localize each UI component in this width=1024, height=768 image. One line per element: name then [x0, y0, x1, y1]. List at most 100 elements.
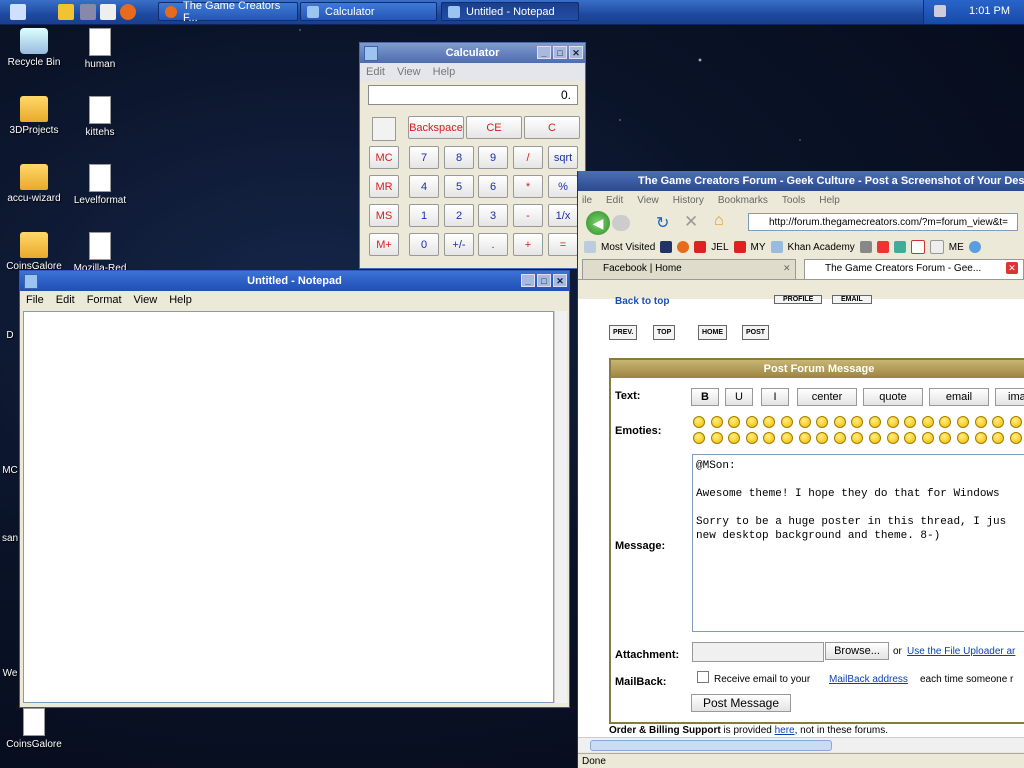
emoticon-icon[interactable]: [921, 432, 934, 444]
bookmark-most-visited[interactable]: Most Visited: [601, 242, 655, 253]
minimize-button[interactable]: _: [537, 46, 551, 59]
calc-key[interactable]: 6: [478, 175, 508, 198]
menu-help[interactable]: Help: [819, 195, 840, 206]
emoticon-icon[interactable]: [957, 432, 969, 444]
emoticon-icon[interactable]: [851, 416, 864, 428]
desktop-icon-accu-wizard[interactable]: accu-wizard: [2, 164, 66, 204]
calc-key[interactable]: %: [548, 175, 578, 198]
bookmark-me[interactable]: ME: [949, 242, 964, 253]
emoticon-icon[interactable]: [745, 432, 758, 444]
emoticon-icon[interactable]: [904, 416, 917, 428]
tab-facebook[interactable]: Facebook | Home: [582, 259, 796, 279]
maximize-button[interactable]: □: [553, 46, 567, 59]
emoticon-icon[interactable]: [974, 416, 987, 428]
emoticon-icon[interactable]: [693, 432, 705, 444]
emoticon-icon[interactable]: [781, 416, 793, 428]
close-button[interactable]: ✕: [569, 46, 583, 59]
c-button[interactable]: C: [524, 116, 580, 139]
memory-button-ms[interactable]: MS: [369, 204, 399, 227]
task-calculator[interactable]: Calculator: [300, 2, 437, 21]
emoticon-icon[interactable]: [1009, 432, 1022, 444]
menu-file[interactable]: ile: [582, 195, 592, 206]
scrollbar-thumb[interactable]: [590, 740, 832, 751]
emoticon-icon[interactable]: [833, 432, 846, 444]
mailback-checkbox[interactable]: [697, 671, 709, 683]
emoticon-icon[interactable]: [763, 416, 776, 428]
stop-icon[interactable]: ✕: [684, 212, 698, 232]
menu-view[interactable]: View: [134, 294, 158, 306]
clock[interactable]: 1:01 PM: [969, 5, 1010, 17]
bookmark-icon[interactable]: [660, 241, 673, 253]
calc-key[interactable]: sqrt: [548, 146, 578, 169]
forward-button-icon[interactable]: [612, 215, 630, 231]
desktop-icon-recycle-bin[interactable]: Recycle Bin: [2, 28, 66, 68]
bookmark-icon[interactable]: [859, 241, 872, 253]
calc-key[interactable]: 1: [409, 204, 439, 227]
bookmark-khan-academy[interactable]: Khan Academy: [788, 242, 855, 253]
emoticon-icon[interactable]: [886, 416, 899, 428]
menu-help[interactable]: Help: [169, 294, 192, 306]
emoticon-icon[interactable]: [833, 416, 846, 428]
close-button[interactable]: ✕: [553, 274, 567, 287]
calc-key[interactable]: -: [513, 204, 543, 227]
menu-view[interactable]: View: [637, 195, 659, 206]
emoticon-icon[interactable]: [869, 416, 881, 428]
minimize-button[interactable]: _: [521, 274, 535, 287]
globe-icon[interactable]: [968, 241, 981, 253]
emoticon-icon[interactable]: [728, 416, 741, 428]
menu-help[interactable]: Help: [433, 66, 456, 78]
show-desktop-icon[interactable]: [10, 4, 26, 20]
prev-button[interactable]: PREV.: [609, 325, 638, 340]
maximize-button[interactable]: □: [537, 274, 551, 287]
emoticon-icon[interactable]: [781, 432, 793, 444]
menu-edit[interactable]: Edit: [366, 66, 385, 78]
calc-key[interactable]: 3: [478, 204, 508, 227]
bookmark-icon[interactable]: [677, 241, 690, 253]
emoticon-icon[interactable]: [745, 416, 758, 428]
emoticon-icon[interactable]: [957, 416, 969, 428]
calculator-titlebar[interactable]: Calculator _ □ ✕: [360, 43, 585, 63]
home-button[interactable]: HOME: [698, 325, 727, 340]
desktop-icon-mozilla-red[interactable]: Mozilla-Red: [68, 232, 132, 274]
browse-button[interactable]: Browse...: [825, 642, 889, 660]
calc-key[interactable]: .: [478, 233, 508, 256]
task-notepad[interactable]: Untitled - Notepad: [441, 2, 579, 21]
backspace-button[interactable]: Backspace: [408, 116, 464, 139]
emoticon-icon[interactable]: [921, 416, 934, 428]
emoticon-icon[interactable]: [974, 432, 987, 444]
calc-key[interactable]: *: [513, 175, 543, 198]
italic-button[interactable]: I: [761, 388, 789, 406]
emoticon-icon[interactable]: [816, 416, 829, 428]
quote-button[interactable]: quote: [863, 388, 923, 406]
emoticon-icon[interactable]: [869, 432, 881, 444]
emoticon-icon[interactable]: [886, 432, 899, 444]
bookmark-icon[interactable]: [893, 241, 906, 253]
desktop-icon-3dprojects[interactable]: 3DProjects: [2, 96, 66, 136]
menu-tools[interactable]: Tools: [782, 195, 805, 206]
underline-button[interactable]: U: [725, 388, 753, 406]
notepad-titlebar[interactable]: Untitled - Notepad _ □ ✕: [20, 271, 569, 291]
back-to-top-link[interactable]: Back to top: [615, 296, 669, 307]
calc-key[interactable]: 5: [444, 175, 474, 198]
attachment-input[interactable]: [692, 642, 824, 662]
file-uploader-link[interactable]: Use the File Uploader ar: [907, 646, 1015, 657]
url-bar[interactable]: http://forum.thegamecreators.com/?m=foru…: [748, 213, 1018, 231]
mailback-address-link[interactable]: MailBack address: [829, 674, 908, 685]
back-button-icon[interactable]: ◀: [586, 211, 610, 235]
close-icon[interactable]: ✕: [783, 263, 791, 274]
menu-edit[interactable]: Edit: [56, 294, 75, 306]
image-button[interactable]: ima: [995, 388, 1024, 406]
memory-button-mc[interactable]: MC: [369, 146, 399, 169]
top-button[interactable]: TOP: [653, 325, 676, 340]
gmail-icon[interactable]: [910, 240, 925, 254]
emoticon-icon[interactable]: [710, 416, 723, 428]
emoticon-icon[interactable]: [992, 416, 1005, 428]
menu-view[interactable]: View: [397, 66, 421, 78]
emoticon-icon[interactable]: [798, 432, 811, 444]
memory-button-mr[interactable]: MR: [369, 175, 399, 198]
ce-button[interactable]: CE: [466, 116, 522, 139]
desktop-icon-coinsgalore[interactable]: CoinsGalore: [2, 232, 66, 272]
bookmark-my[interactable]: MY: [751, 242, 766, 253]
network-icon[interactable]: [934, 5, 946, 17]
quicklaunch-icon-3[interactable]: [100, 4, 116, 20]
